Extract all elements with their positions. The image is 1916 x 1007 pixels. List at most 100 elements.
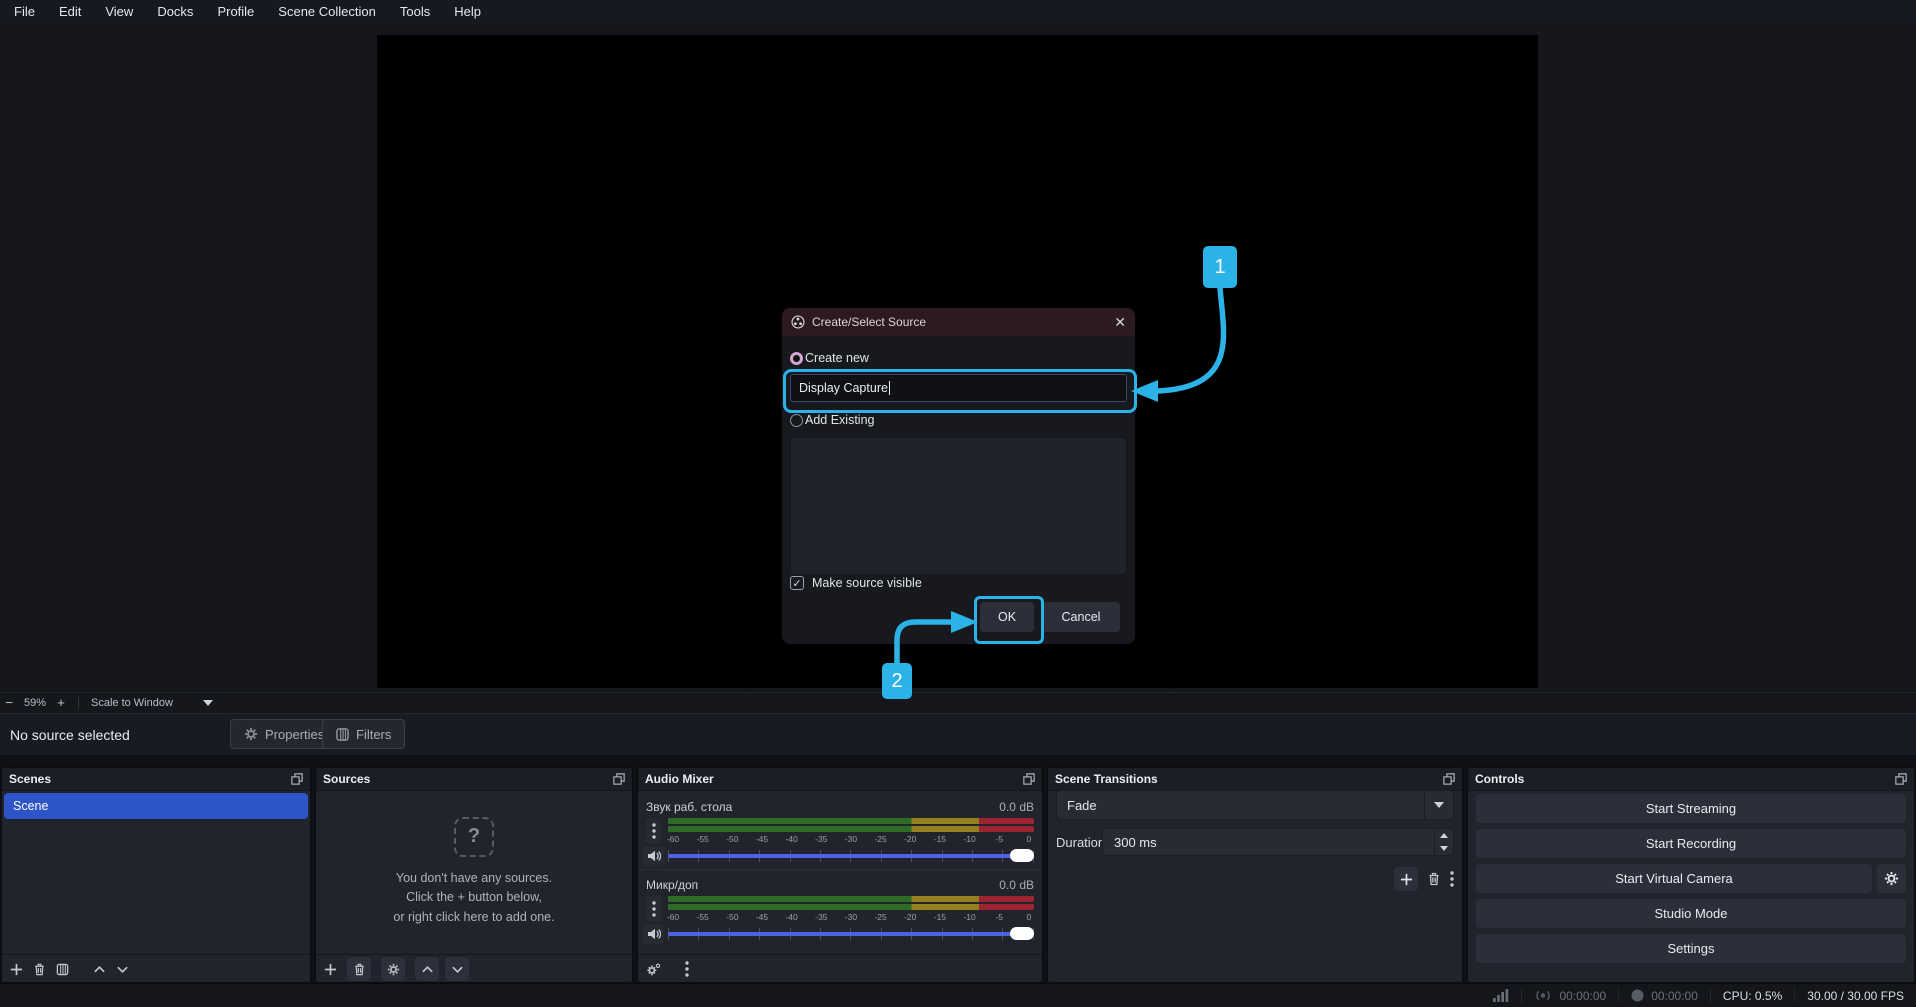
studio-mode-button[interactable]: Studio Mode [1476, 899, 1906, 928]
volume-meter [668, 896, 1034, 911]
meter-scale: -60-55-50-45-40-35-30-25-20-15-10-50 [664, 834, 1038, 845]
dock-icon[interactable] [291, 773, 303, 785]
filters-button[interactable]: Filters [322, 719, 405, 749]
menu-item[interactable]: Docks [145, 0, 205, 24]
menu-item[interactable]: File [2, 0, 47, 24]
menu-item[interactable]: Tools [388, 0, 442, 24]
create-new-radio-row[interactable]: Create new [790, 350, 869, 366]
meter-scale-tick: -60 [664, 834, 682, 845]
filters-icon [336, 728, 349, 741]
volume-slider-handle[interactable] [1010, 927, 1034, 940]
trash-icon [1427, 872, 1441, 886]
dots-vertical-icon [652, 901, 656, 917]
volume-slider-track[interactable] [668, 932, 1034, 936]
scene-filters-icon[interactable] [56, 963, 69, 976]
chevron-down-icon[interactable] [203, 700, 213, 706]
volume-slider[interactable] [668, 848, 1034, 864]
remove-scene-icon[interactable] [33, 963, 46, 976]
create-select-source-dialog: Create/Select Source ✕ Create new Displa… [782, 308, 1135, 644]
dots-vertical-icon[interactable] [1450, 871, 1454, 887]
dock-icon[interactable] [1895, 773, 1907, 785]
mixer-menu-button[interactable] [646, 896, 661, 922]
spin-down-button[interactable] [1435, 842, 1453, 855]
meter-scale-tick: -10 [961, 912, 979, 923]
volume-slider[interactable] [668, 926, 1034, 942]
radio-selected-icon[interactable] [790, 352, 803, 365]
chevron-down-icon [1440, 846, 1448, 851]
add-source-icon[interactable] [324, 963, 337, 976]
move-source-up-button[interactable] [415, 957, 439, 981]
add-existing-radio-row[interactable]: Add Existing [790, 412, 874, 428]
select-arrow[interactable] [1424, 791, 1453, 819]
menu-item[interactable]: Edit [47, 0, 93, 24]
mute-button[interactable] [643, 924, 664, 944]
volume-slider-handle[interactable] [1010, 849, 1034, 862]
create-new-label: Create new [805, 351, 869, 365]
menu-item[interactable]: Help [442, 0, 493, 24]
meter-scale-tick: -50 [723, 834, 741, 845]
menu-item[interactable]: Profile [205, 0, 266, 24]
dock-icon[interactable] [1443, 773, 1455, 785]
transition-select[interactable]: Fade [1056, 790, 1454, 820]
meter-scale-tick: 0 [1020, 912, 1038, 923]
speaker-icon [647, 928, 661, 940]
dialog-title-bar[interactable]: Create/Select Source ✕ [782, 308, 1135, 336]
start-recording-button[interactable]: Start Recording [1476, 829, 1906, 858]
sources-empty-line: or right click here to add one. [393, 908, 554, 927]
radio-unselected-icon[interactable] [790, 414, 803, 427]
start-streaming-button[interactable]: Start Streaming [1476, 794, 1906, 823]
source-name-input[interactable]: Display Capture [790, 374, 1127, 402]
mixer-menu-button[interactable] [646, 818, 661, 844]
advanced-audio-gear-icon[interactable] [646, 963, 661, 976]
scale-mode-dropdown[interactable]: Scale to Window [87, 697, 177, 709]
chevron-up-icon [421, 963, 434, 976]
meter-scale-tick: -45 [753, 834, 771, 845]
remove-source-button[interactable] [347, 957, 371, 981]
sources-empty-state[interactable]: ? You don't have any sources.Click the +… [316, 790, 632, 954]
mute-button[interactable] [643, 846, 664, 866]
dock-icon[interactable] [1023, 773, 1035, 785]
dots-vertical-icon[interactable] [685, 961, 689, 977]
source-toolbar: No source selected Properties Filters [0, 713, 1916, 756]
meter-scale-tick: -40 [783, 912, 801, 923]
settings-button[interactable]: Settings [1476, 934, 1906, 963]
move-scene-up-icon[interactable] [93, 963, 106, 976]
fps-indicator: 30.00 / 30.00 FPS [1794, 988, 1916, 1003]
dock-icon[interactable] [613, 773, 625, 785]
duration-spinbox[interactable]: 300 ms [1102, 828, 1454, 856]
checkbox-checked-icon[interactable]: ✓ [790, 576, 804, 590]
connection-status [1481, 988, 1521, 1003]
move-source-down-button[interactable] [445, 957, 469, 981]
remove-transition-button[interactable] [1427, 872, 1441, 886]
trash-icon [353, 963, 366, 976]
zoom-out-button[interactable]: − [0, 695, 18, 710]
zoom-in-button[interactable]: + [52, 695, 70, 710]
sources-panel-title: Sources [323, 772, 370, 786]
menu-item[interactable]: View [93, 0, 145, 24]
make-source-visible-row[interactable]: ✓ Make source visible [790, 576, 922, 590]
scenes-panel-title: Scenes [9, 772, 51, 786]
spin-up-button[interactable] [1435, 829, 1453, 842]
existing-sources-listbox[interactable] [790, 437, 1127, 575]
start-virtual-camera-button[interactable]: Start Virtual Camera [1476, 864, 1872, 893]
close-icon[interactable]: ✕ [1114, 314, 1126, 331]
meter-scale-tick: -55 [694, 834, 712, 845]
mixer-mic-aux: Микр/доп 0.0 dB -60-55-50-45-40-35-30-25… [638, 878, 1042, 944]
signal-bars-icon [1493, 989, 1509, 1002]
stream-timer: 00:00:00 [1521, 988, 1618, 1003]
source-properties-button[interactable] [381, 957, 405, 981]
ok-button[interactable]: OK [980, 602, 1034, 632]
virtual-camera-config-button[interactable] [1877, 864, 1906, 893]
add-transition-button[interactable] [1394, 867, 1418, 891]
mixer-toolbar [638, 954, 1042, 983]
record-time: 00:00:00 [1651, 989, 1698, 1003]
volume-slider-track[interactable] [668, 854, 1034, 858]
meter-scale-tick: -60 [664, 912, 682, 923]
record-icon [1631, 989, 1644, 1002]
add-scene-icon[interactable] [10, 963, 23, 976]
cancel-button[interactable]: Cancel [1042, 602, 1120, 632]
mixer-db-value: 0.0 dB [999, 800, 1034, 816]
menu-item[interactable]: Scene Collection [266, 0, 388, 24]
scene-list-item[interactable]: Scene [4, 793, 308, 819]
move-scene-down-icon[interactable] [116, 963, 129, 976]
